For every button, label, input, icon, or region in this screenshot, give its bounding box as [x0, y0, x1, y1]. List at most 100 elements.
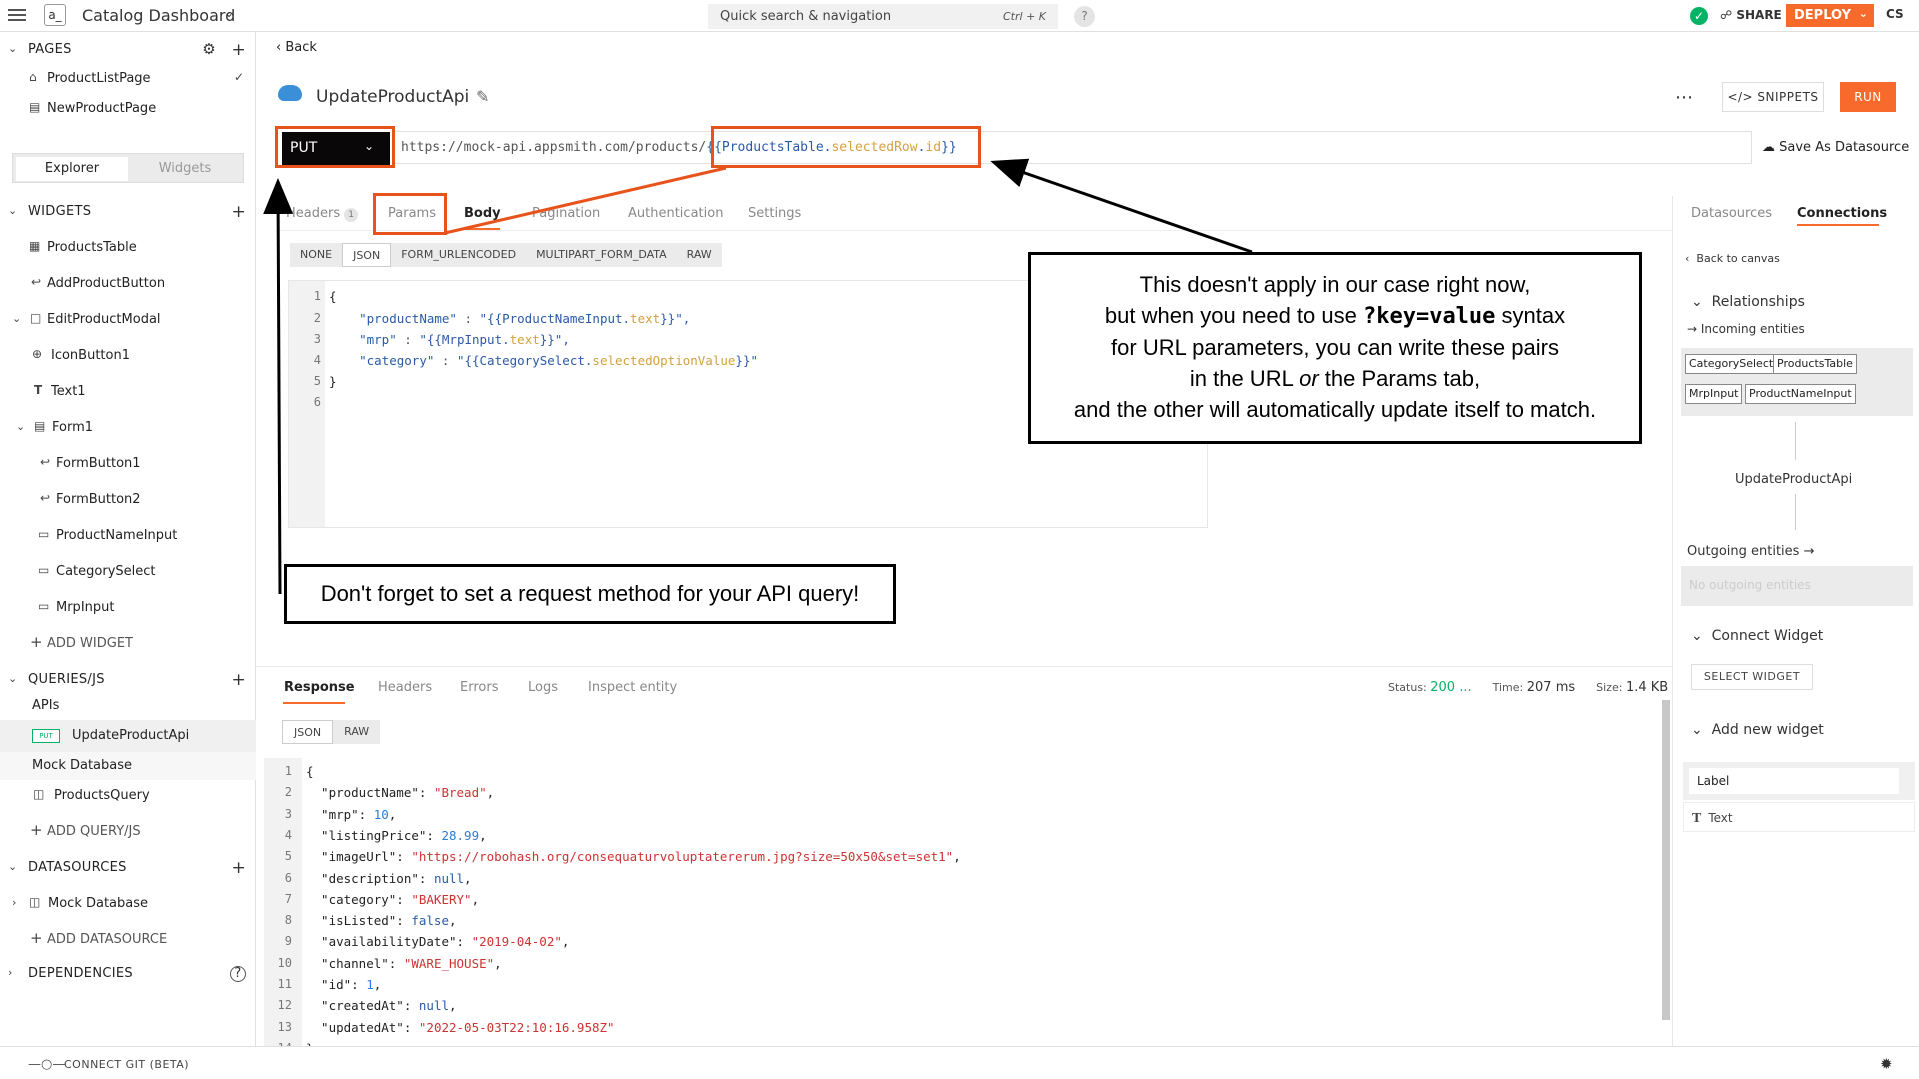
connect-git-button[interactable]: CONNECT GIT (BETA)	[64, 1058, 189, 1071]
snippets-button[interactable]: </> SNIPPETS	[1722, 82, 1824, 112]
back-link[interactable]: ‹ Back	[276, 40, 317, 55]
url-input[interactable]: https://mock-api.appsmith.com/products/{…	[392, 131, 1752, 164]
sidebar-item-formbutton2[interactable]: ↩ FormButton2	[0, 484, 256, 516]
dependencies-section[interactable]: › DEPENDENCIES ?	[0, 958, 256, 990]
add-new-widget-section[interactable]: ⌄ Add new widget	[1691, 722, 1824, 738]
sidebar-item-text1[interactable]: T Text1	[0, 376, 256, 408]
add-widget-link[interactable]: + ADD WIDGET	[0, 628, 256, 660]
menu-icon[interactable]	[8, 6, 26, 24]
entity-pill[interactable]: ProductNameInput	[1745, 384, 1856, 404]
chevron-down-icon[interactable]: ⌄	[16, 420, 25, 433]
app-logo[interactable]: a_	[44, 4, 66, 26]
sidebar-item-newproductpage[interactable]: ▤ NewProductPage	[0, 93, 256, 125]
chevron-down-icon[interactable]: ⌄	[8, 42, 18, 55]
add-query-link[interactable]: + ADD QUERY/JS	[0, 816, 256, 848]
entity-pill[interactable]: CategorySelect	[1685, 354, 1778, 374]
tab-response[interactable]: Response	[284, 680, 355, 695]
save-as-datasource-button[interactable]: ☁ Save As Datasource	[1762, 140, 1909, 155]
chevron-down-icon[interactable]: ⌄	[12, 312, 21, 325]
sidebar-item-editproductmodal[interactable]: ⌄ □ EditProductModal	[0, 304, 256, 336]
app-title[interactable]: Catalog Dashboard	[82, 6, 235, 25]
sidebar-item-iconbutton1[interactable]: ⊕ IconButton1	[0, 340, 256, 372]
tab-params[interactable]: Params	[388, 206, 436, 221]
response-scrollbar[interactable]	[1662, 700, 1670, 1020]
widget-option-text[interactable]: T Text	[1683, 802, 1915, 832]
body-type-raw[interactable]: RAW	[677, 243, 722, 267]
help-icon[interactable]: ?	[230, 966, 246, 982]
chevron-down-icon[interactable]: ⌄	[224, 6, 234, 20]
chevron-right-icon[interactable]: ›	[12, 896, 16, 909]
tab-datasources[interactable]: Datasources	[1691, 206, 1772, 221]
git-commit-icon[interactable]: —○—	[28, 1057, 65, 1072]
status-value[interactable]: 200 ...	[1430, 680, 1471, 695]
sidebar-item-productsquery[interactable]: ◫ ProductsQuery	[0, 780, 256, 812]
code-line: {	[329, 289, 337, 304]
chevron-down-icon[interactable]: ⌄	[8, 204, 18, 217]
add-datasource-link[interactable]: + ADD DATASOURCE	[0, 924, 256, 956]
method-select[interactable]: PUT ⌄	[282, 132, 390, 165]
tab-response-headers[interactable]: Headers	[378, 680, 432, 695]
add-widget-icon[interactable]: +	[231, 202, 246, 222]
chevron-down-icon[interactable]: ⌄	[8, 860, 18, 873]
datasources-header: DATASOURCES	[28, 860, 127, 875]
bug-icon[interactable]: ✹	[1880, 1055, 1893, 1073]
tab-explorer[interactable]: Explorer	[16, 157, 128, 181]
widget-option-label[interactable]: Label	[1689, 768, 1899, 794]
body-type-form-urlencoded[interactable]: FORM_URLENCODED	[391, 243, 526, 267]
body-type-multipart[interactable]: MULTIPART_FORM_DATA	[526, 243, 677, 267]
sidebar-item-mock-database[interactable]: › ◫ Mock Database	[0, 888, 256, 920]
tab-pagination[interactable]: Pagination	[532, 206, 600, 221]
json-value: 10	[373, 806, 389, 822]
tab-errors[interactable]: Errors	[460, 680, 498, 695]
run-button[interactable]: RUN	[1840, 82, 1896, 112]
add-query-icon[interactable]: +	[231, 670, 246, 690]
sidebar-item-form1[interactable]: ⌄ ▤ Form1	[0, 412, 256, 444]
tab-authentication[interactable]: Authentication	[628, 206, 723, 221]
add-page-icon[interactable]: +	[231, 40, 246, 60]
deploy-button[interactable]: DEPLOY ⌄	[1786, 4, 1874, 27]
connect-widget-section[interactable]: ⌄ Connect Widget	[1691, 628, 1823, 644]
response-format-raw[interactable]: RAW	[333, 720, 380, 744]
sidebar-item-productnameinput[interactable]: ▭ ProductNameInput	[0, 520, 256, 552]
pencil-icon[interactable]: ✎	[476, 87, 489, 106]
tab-logs[interactable]: Logs	[528, 680, 558, 695]
sidebar-item-formbutton1[interactable]: ↩ FormButton1	[0, 448, 256, 480]
avatar[interactable]: CS	[1886, 7, 1908, 25]
gear-icon[interactable]: ⚙	[202, 40, 216, 58]
entity-pill[interactable]: ProductsTable	[1773, 354, 1857, 374]
help-button[interactable]: ?	[1074, 6, 1095, 27]
share-button[interactable]: ☍ SHARE	[1720, 8, 1782, 22]
json-comma: ,	[479, 827, 487, 843]
sidebar-item-updateproductapi[interactable]: PUT UpdateProductApi	[0, 720, 256, 752]
chevron-down-icon[interactable]: ⌄	[1859, 7, 1868, 20]
body-type-none[interactable]: NONE	[290, 243, 342, 267]
more-options-icon[interactable]: ⋯	[1675, 87, 1694, 108]
sidebar-item-productstable[interactable]: ▦ ProductsTable	[0, 232, 256, 264]
entity-pill[interactable]: MrpInput	[1685, 384, 1743, 404]
active-tab-indicator	[283, 702, 345, 704]
pages-section[interactable]: ⌄ PAGES ⚙ +	[0, 34, 256, 66]
tab-body[interactable]: Body	[464, 206, 501, 221]
sidebar-item-mrpinput[interactable]: ▭ MrpInput	[0, 592, 256, 624]
relationships-section[interactable]: ⌄ Relationships	[1691, 294, 1805, 310]
body-type-json[interactable]: JSON	[342, 243, 392, 267]
tab-widgets[interactable]: Widgets	[129, 157, 241, 181]
chevron-down-icon[interactable]: ⌄	[8, 672, 18, 685]
search-input[interactable]: Quick search & navigation Ctrl + K	[708, 4, 1058, 29]
sidebar-item-categoryselect[interactable]: ▭ CategorySelect	[0, 556, 256, 588]
back-to-canvas-link[interactable]: ‹ Back to canvas	[1685, 252, 1780, 265]
sidebar-item-addproductbutton[interactable]: ↩ AddProductButton	[0, 268, 256, 300]
widgets-section[interactable]: ⌄ WIDGETS +	[0, 196, 256, 228]
response-divider[interactable]	[256, 666, 1676, 667]
sidebar-item-productlistpage[interactable]: ⌂ ProductListPage ✓	[0, 63, 256, 95]
tab-connections[interactable]: Connections	[1797, 206, 1887, 221]
datasources-section[interactable]: ⌄ DATASOURCES +	[0, 852, 256, 884]
select-widget-button[interactable]: SELECT WIDGET	[1691, 664, 1813, 690]
tab-settings[interactable]: Settings	[748, 206, 801, 221]
add-datasource-icon[interactable]: +	[231, 858, 246, 878]
tab-inspect-entity[interactable]: Inspect entity	[588, 680, 677, 695]
chevron-right-icon[interactable]: ›	[8, 966, 13, 979]
api-name[interactable]: UpdateProductApi	[316, 87, 469, 107]
response-format-json[interactable]: JSON	[282, 720, 334, 744]
tab-headers[interactable]: Headers 1	[286, 206, 359, 222]
